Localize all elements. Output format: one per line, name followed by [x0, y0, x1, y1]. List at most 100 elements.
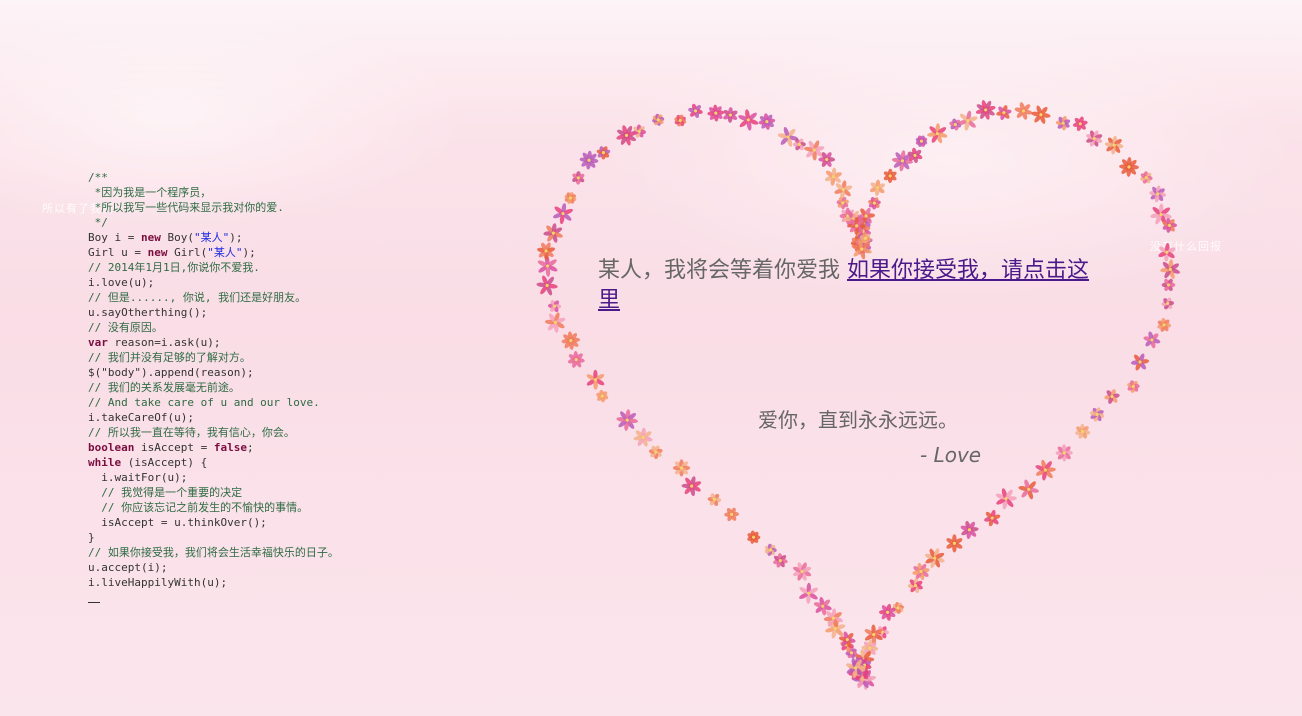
code-token: u.sayOtherthing(); — [88, 306, 208, 319]
flower-icon — [859, 232, 872, 245]
flower-icon — [868, 197, 881, 210]
code-token: u.accept(i); — [88, 561, 168, 574]
code-token: while — [88, 456, 122, 469]
flower-icon — [561, 331, 581, 350]
code-token: (isAccept) { — [121, 456, 208, 469]
flower-icon — [1149, 185, 1167, 203]
flower-icon — [857, 207, 875, 225]
code-line: i.takeCareOf(u); — [88, 410, 339, 425]
flower-icon — [927, 123, 948, 144]
flower-icon — [1086, 130, 1103, 147]
flower-icon — [1072, 116, 1088, 132]
flower-icon — [892, 602, 904, 614]
code-token: */ — [88, 216, 108, 229]
flower-icon — [1162, 218, 1178, 233]
flower-icon — [838, 631, 856, 648]
flower-icon — [855, 214, 871, 231]
flower-icon — [764, 543, 777, 556]
code-token: new — [140, 231, 161, 244]
flower-icon — [1157, 317, 1172, 332]
code-line: // 如果你接受我，我们将会生活幸福快乐的日子。 — [88, 545, 339, 560]
flower-icon — [1075, 423, 1091, 439]
flower-icon — [777, 126, 799, 147]
flower-icon — [1161, 297, 1174, 310]
flower-icon — [633, 427, 653, 447]
flower-icon — [564, 192, 577, 204]
flower-icon — [544, 312, 566, 333]
flower-icon — [1127, 380, 1140, 393]
code-token: false — [213, 441, 247, 454]
code-line: // 我们的关系发展毫无前途。 — [88, 380, 339, 395]
code-line: // 我们并没有足够的了解对方。 — [88, 350, 339, 365]
flower-icon — [853, 656, 867, 671]
flower-icon — [883, 168, 897, 184]
code-token: isAccept = — [134, 441, 214, 454]
flower-icon — [1140, 171, 1153, 184]
flower-icon — [907, 577, 923, 594]
flower-icon — [652, 113, 665, 126]
flower-icon — [616, 409, 639, 431]
code-token: reason=i.ask(u); — [107, 336, 221, 349]
flower-icon — [813, 597, 832, 616]
code-line: } — [88, 530, 339, 545]
code-line: Boy i = new Boy("某人"); — [88, 230, 339, 245]
code-token: boolean — [88, 441, 135, 454]
code-token: "某人" — [193, 231, 230, 244]
code-token: Boy i = — [88, 231, 141, 244]
flower-icon — [773, 553, 788, 568]
flower-icon — [1150, 203, 1172, 225]
flower-icon — [707, 104, 725, 122]
flower-icon — [824, 167, 842, 186]
flower-icon — [1089, 407, 1105, 422]
flower-icon — [648, 445, 663, 460]
code-line: boolean isAccept = false; — [88, 440, 339, 455]
code-token: ); — [242, 246, 256, 259]
flower-icon — [747, 530, 761, 544]
code-token: *因为我是一个程序员， — [88, 186, 212, 199]
code-token: new — [147, 246, 168, 259]
flower-icon — [958, 110, 978, 131]
flower-icon — [845, 646, 858, 659]
flower-icon — [1104, 135, 1124, 155]
flower-icon — [854, 241, 868, 255]
flower-icon — [567, 351, 585, 368]
flower-icon — [891, 150, 913, 172]
code-line: // And take care of u and our love. — [88, 395, 339, 410]
flower-icon — [924, 548, 945, 568]
love-message: 某人，我将会等着你爱我 如果你接受我，请点击这里 — [598, 256, 1098, 316]
flower-icon — [834, 180, 853, 200]
flower-icon — [792, 562, 812, 581]
code-token: isAccept = u.thinkOver(); — [88, 516, 267, 529]
code-line: // 但是......, 你说, 我们还是好朋友。 — [88, 290, 339, 305]
code-token: // And take care of u and our love. — [88, 396, 320, 409]
background-faint-text-right: 没有什么回报 — [1150, 240, 1222, 253]
flower-icon — [1035, 459, 1056, 481]
flower-icon — [996, 105, 1012, 121]
page: 所以有了我们 没有什么回报 /** *因为我是一个程序员， *所以我写一些代码来… — [0, 0, 1302, 716]
code-token: i.takeCareOf(u); — [88, 411, 194, 424]
code-line: /** — [88, 170, 339, 185]
flower-icon — [846, 658, 866, 679]
flower-icon — [1055, 116, 1071, 131]
love-message-text: 某人，我将会等着你爱我 — [598, 258, 847, 283]
flower-icon — [949, 118, 962, 131]
code-token: // 2014年1月1日,你说你不爱我. — [88, 261, 260, 274]
flower-icon — [572, 171, 585, 185]
flower-icon — [537, 255, 558, 277]
flower-icon — [848, 664, 865, 681]
code-token: // 如果你接受我，我们将会生活幸福快乐的日子。 — [88, 546, 339, 559]
flower-icon — [672, 459, 691, 477]
flower-icon — [552, 203, 574, 225]
flower-icon — [984, 509, 1001, 527]
code-token: // 但是......, 你说, 我们还是好朋友。 — [88, 291, 307, 304]
flower-icon — [855, 223, 871, 240]
code-line: // 所以我一直在等待，我有信心，你会。 — [88, 425, 339, 440]
flower-icon — [855, 664, 868, 678]
flower-icon — [792, 138, 806, 151]
flower-icon — [724, 507, 739, 522]
flower-icon — [855, 669, 876, 691]
text-cursor-icon — [88, 590, 100, 603]
flower-icon — [840, 637, 854, 652]
code-line: // 2014年1月1日,你说你不爱我. — [88, 260, 339, 275]
flower-icon — [1130, 353, 1150, 371]
